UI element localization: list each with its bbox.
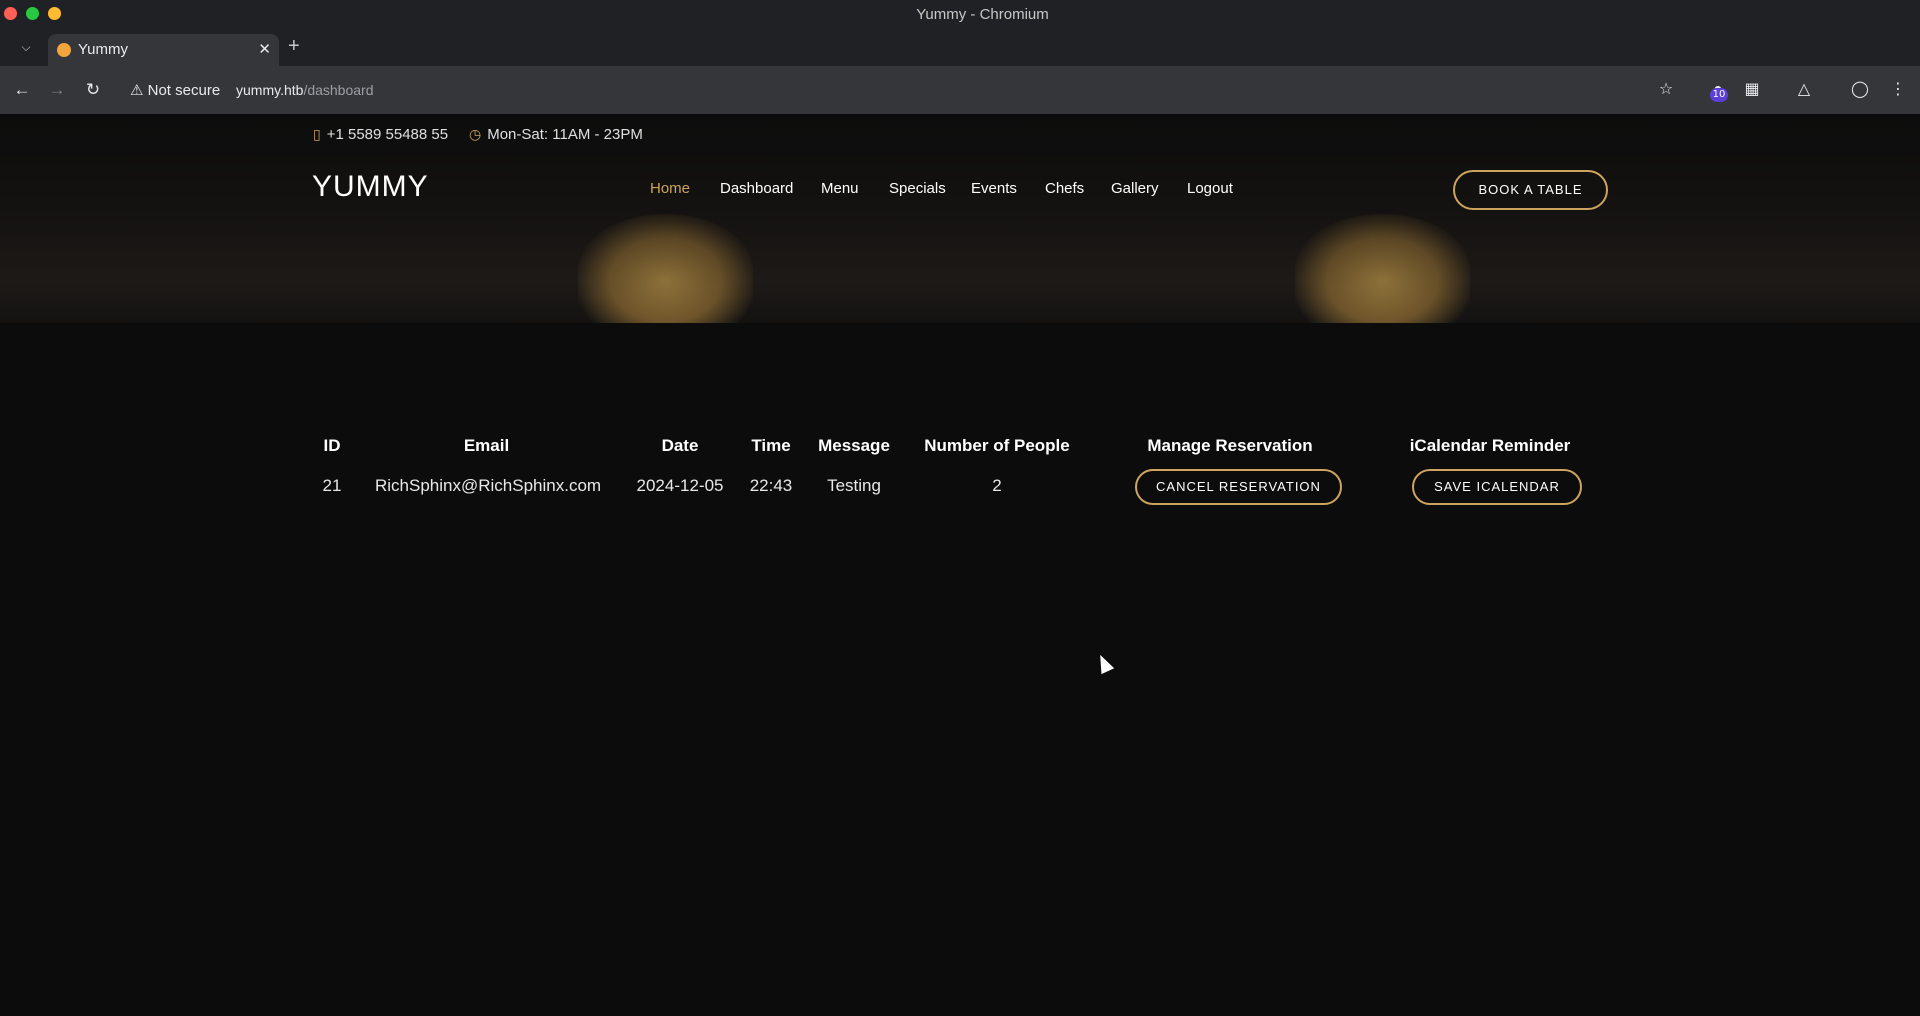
window-titlebar: Yummy - Chromium [0, 0, 1920, 28]
header-manage: Manage Reservation [1147, 436, 1313, 455]
reload-icon[interactable]: ↻ [81, 78, 105, 102]
tab-strip: ⌵ Yummy ✕ + [0, 28, 1920, 66]
header-date: Date [661, 436, 699, 455]
nav-specials[interactable]: Specials [889, 180, 946, 197]
header-ical: iCalendar Reminder [1409, 436, 1571, 455]
tab-search-chevron-icon[interactable]: ⌵ [16, 37, 36, 57]
labs-flask-icon[interactable]: △ [1792, 78, 1816, 102]
header-message: Message [818, 436, 890, 455]
browser-toolbar: ← → ↻ ⚠ Not secure yummy.htb/dashboard ☆… [0, 66, 1920, 114]
clock-icon: ◷ [469, 126, 482, 142]
cancel-reservation-button[interactable]: CANCEL RESERVATION [1135, 469, 1342, 505]
cell-date: 2024-12-05 [636, 476, 724, 495]
opening-hours: ◷ Mon-Sat: 11AM - 23PM [469, 126, 643, 143]
nav-home[interactable]: Home [650, 180, 690, 197]
url-text[interactable]: yummy.htb/dashboard [236, 82, 374, 98]
phone-icon: ▯ [313, 126, 321, 142]
save-icalendar-button[interactable]: SAVE ICALENDAR [1412, 469, 1582, 505]
site-logo[interactable]: YUMMY [312, 170, 429, 204]
header-people: Number of People [924, 436, 1070, 455]
nav-gallery[interactable]: Gallery [1111, 180, 1159, 197]
header-time: Time [751, 436, 791, 455]
warning-icon: ⚠ [130, 82, 144, 99]
extensions-puzzle-icon[interactable]: ▦ [1740, 78, 1764, 102]
header-id: ID [323, 436, 341, 455]
new-tab-plus-icon[interactable]: + [288, 36, 300, 56]
window-title: Yummy - Chromium [916, 6, 1049, 23]
profile-icon[interactable]: ◯ [1848, 78, 1872, 102]
cell-email: RichSphinx@RichSphinx.com [375, 476, 602, 495]
tab-title: Yummy [78, 41, 129, 58]
address-bar[interactable]: ⚠ Not secure yummy.htb/dashboard [122, 74, 1692, 106]
hero-background [0, 114, 1920, 323]
forward-arrow-icon[interactable]: → [45, 78, 69, 102]
cell-time: 22:43 [749, 476, 793, 495]
cell-id: 21 [322, 476, 342, 495]
tab-yummy[interactable]: Yummy ✕ [48, 34, 279, 66]
tab-close-icon[interactable]: ✕ [258, 40, 271, 58]
nav-menu[interactable]: Menu [821, 180, 859, 197]
header-email: Email [463, 436, 510, 455]
cell-people: 2 [992, 476, 1002, 495]
cell-message: Testing [827, 476, 881, 495]
security-indicator[interactable]: ⚠ Not secure [130, 81, 220, 99]
nav-chefs[interactable]: Chefs [1045, 180, 1084, 197]
browser-menu-icon[interactable]: ⋮ [1886, 78, 1910, 102]
not-secure-label: Not secure [147, 82, 221, 99]
book-a-table-button[interactable]: BOOK A TABLE [1453, 170, 1608, 210]
nav-logout[interactable]: Logout [1187, 180, 1233, 197]
extension-badge: 10 [1710, 88, 1728, 102]
nav-dashboard[interactable]: Dashboard [720, 180, 793, 197]
contact-phone: ▯ +1 5589 55488 55 [313, 126, 449, 143]
bookmark-star-icon[interactable]: ☆ [1654, 78, 1678, 102]
mouse-cursor-icon [1093, 651, 1115, 675]
back-arrow-icon[interactable]: ← [10, 78, 34, 102]
favicon-icon [57, 43, 71, 57]
nav-events[interactable]: Events [971, 180, 1017, 197]
